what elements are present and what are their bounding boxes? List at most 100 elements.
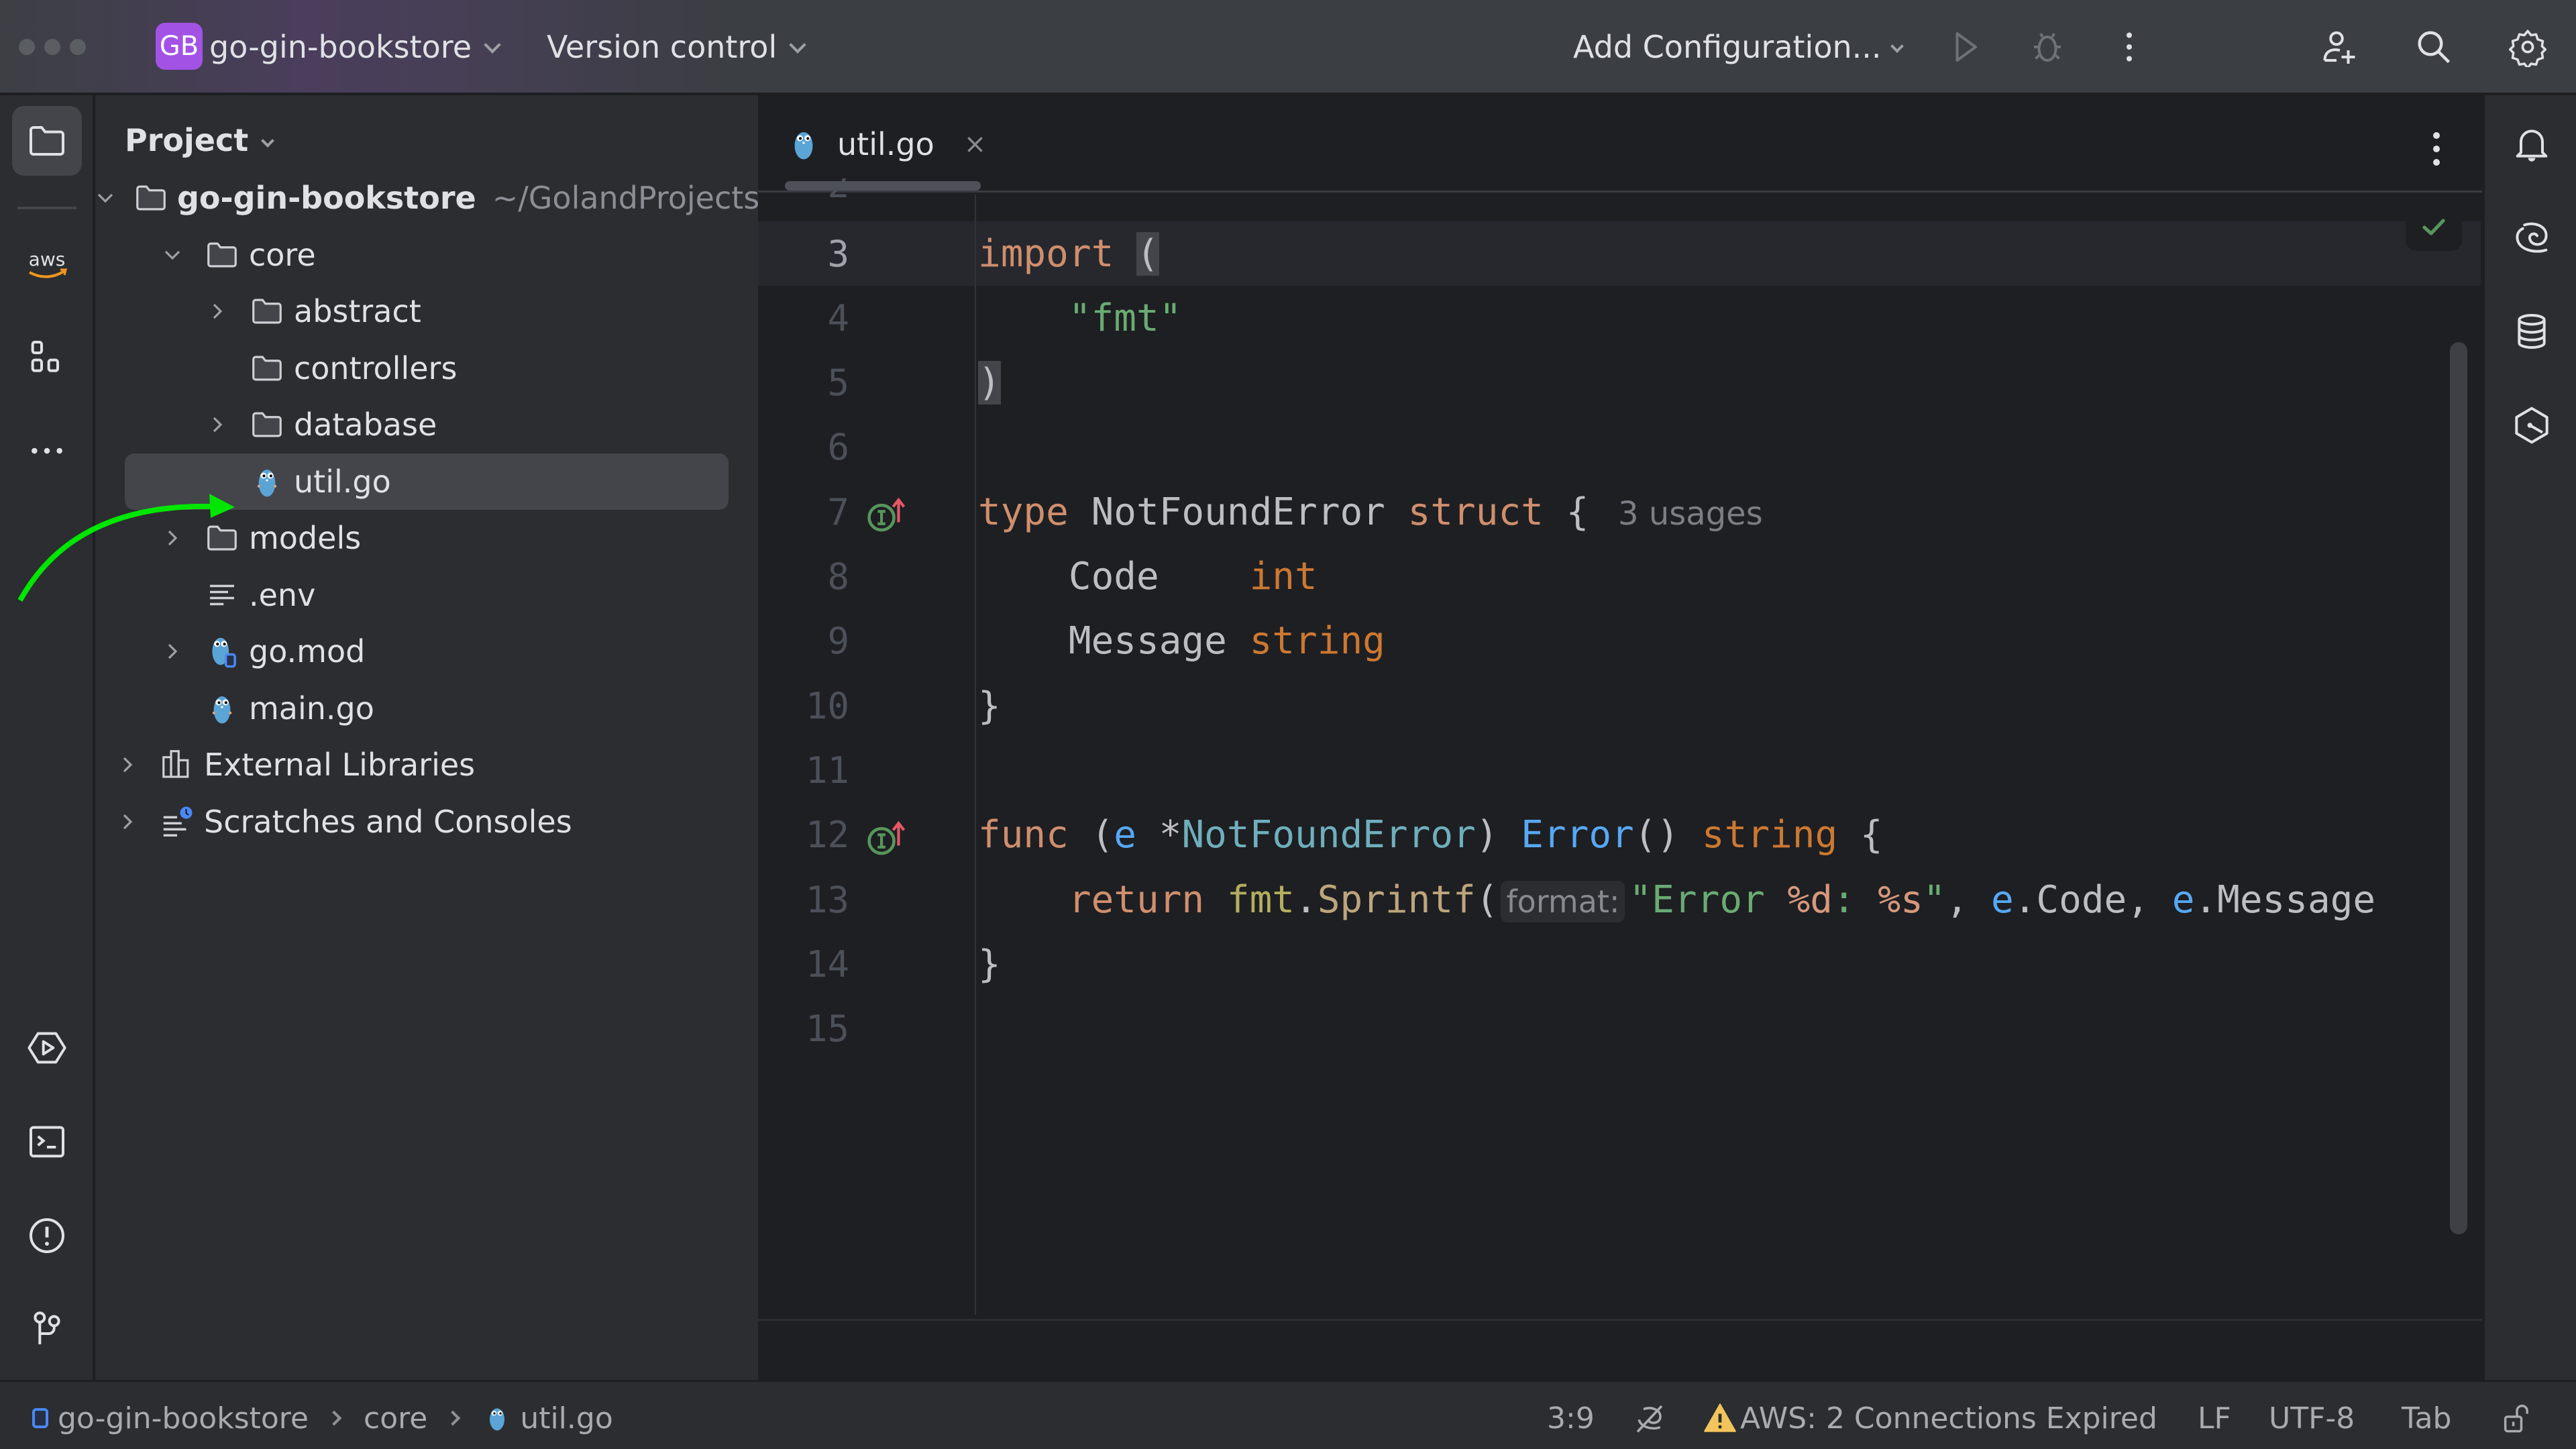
implements-interface-icon[interactable] xyxy=(864,494,908,535)
line-separator[interactable]: LF xyxy=(2198,1399,2231,1437)
line-number[interactable]: 3 xyxy=(758,233,849,275)
tree-item-database[interactable]: database xyxy=(95,396,758,453)
git-tool-button[interactable] xyxy=(12,1293,82,1363)
maximize-window-dot[interactable] xyxy=(70,39,86,55)
code-line[interactable]: 8 Code int xyxy=(758,545,2482,609)
line-number[interactable]: 11 xyxy=(758,749,849,792)
caret-position[interactable]: 3:9 xyxy=(1547,1399,1595,1437)
line-number[interactable]: 6 xyxy=(758,426,849,468)
window-controls[interactable] xyxy=(19,39,86,55)
vcs-menu[interactable]: Version control xyxy=(547,25,806,68)
run-icon[interactable] xyxy=(1945,27,1986,67)
indent-setting[interactable]: Tab xyxy=(2402,1399,2452,1437)
breadcrumb-file[interactable]: util.go xyxy=(520,1401,612,1436)
more-vert-icon[interactable] xyxy=(2109,27,2149,67)
project-panel-header[interactable]: Project xyxy=(125,122,275,158)
file-encoding[interactable]: UTF-8 xyxy=(2269,1399,2355,1437)
code-line[interactable]: 5) xyxy=(758,351,2482,415)
line-number[interactable]: 7 xyxy=(758,491,849,533)
code-line[interactable]: 11 xyxy=(758,738,2482,802)
more-vert-icon[interactable] xyxy=(2430,129,2443,169)
more-tools-button[interactable] xyxy=(12,416,82,486)
chevron-down-icon[interactable] xyxy=(159,241,186,268)
line-number[interactable]: 9 xyxy=(758,620,849,662)
code-text: Code int xyxy=(978,555,1318,598)
ai-assistant-button[interactable] xyxy=(2504,209,2560,266)
code-token: * xyxy=(1136,813,1182,857)
tree-item-util-go[interactable]: util.go xyxy=(95,453,758,510)
tree-item-label: abstract xyxy=(294,293,421,329)
tree-item-env[interactable]: .env xyxy=(95,567,758,623)
tree-item-go-mod[interactable]: go.mod xyxy=(95,623,758,680)
database-button[interactable] xyxy=(2504,303,2560,360)
line-number[interactable]: 10 xyxy=(758,685,849,727)
search-icon[interactable] xyxy=(2414,27,2454,67)
line-number[interactable]: 15 xyxy=(758,1008,849,1050)
tree-item-main-go[interactable]: main.go xyxy=(95,680,758,737)
aws-connection-status[interactable]: AWS: 2 Connections Expired xyxy=(1703,1399,2157,1437)
project-switcher[interactable]: go-gin-bookstore xyxy=(209,25,501,68)
tree-item-external-libraries[interactable]: External Libraries xyxy=(95,737,758,793)
line-number[interactable]: 14 xyxy=(758,943,849,985)
chevron-down-icon[interactable] xyxy=(95,184,115,211)
vertical-scrollbar[interactable] xyxy=(2450,342,2467,1234)
aws-tool-button[interactable]: aws xyxy=(12,229,82,299)
tree-item-core[interactable]: core xyxy=(95,227,758,283)
line-number[interactable]: 12 xyxy=(758,814,849,856)
code-line[interactable]: 15 xyxy=(758,997,2482,1061)
tab-close-icon[interactable]: × xyxy=(964,129,987,160)
chevron-right-icon[interactable] xyxy=(204,411,231,438)
tree-item-models[interactable]: models xyxy=(95,510,758,566)
line-number[interactable]: 8 xyxy=(758,555,849,598)
ai-disabled-icon[interactable] xyxy=(1631,1399,1668,1437)
gopher-file-icon xyxy=(248,463,286,500)
readonly-lock-icon[interactable] xyxy=(2500,1399,2534,1437)
project-tool-button[interactable] xyxy=(12,106,82,176)
code-line[interactable]: 7 type NotFoundError struct { 3 usages xyxy=(758,480,2482,544)
tree-item-scratches-and-consoles[interactable]: Scratches and Consoles xyxy=(95,794,758,850)
line-number[interactable]: 5 xyxy=(758,362,849,404)
folder-icon xyxy=(203,519,241,557)
code-line[interactable]: 12 func (e *NotFoundError) Error() string… xyxy=(758,803,2482,867)
breadcrumb-project[interactable]: go-gin-bookstore xyxy=(58,1401,309,1436)
code-line[interactable]: 4 "fmt" xyxy=(758,286,2482,350)
code-line[interactable]: 10} xyxy=(758,674,2482,738)
inspection-status[interactable] xyxy=(2406,203,2462,251)
chevron-right-icon[interactable] xyxy=(159,525,186,551)
project-badge[interactable]: GB xyxy=(156,23,203,70)
code-token: } xyxy=(978,684,1001,728)
run-config-dropdown[interactable]: Add Configuration... xyxy=(1573,25,1904,68)
tree-item-go-gin-bookstore[interactable]: go-gin-bookstore ~/GolandProjects/g xyxy=(95,170,758,226)
usages-hint[interactable]: 3 usages xyxy=(1618,495,1763,533)
terminal-tool-button[interactable] xyxy=(12,1107,82,1177)
breadcrumb-folder[interactable]: core xyxy=(364,1401,427,1436)
chevron-right-icon[interactable] xyxy=(159,638,186,665)
code-line[interactable]: 6 xyxy=(758,415,2482,480)
close-window-dot[interactable] xyxy=(19,39,35,55)
chevron-right-icon[interactable] xyxy=(114,751,141,778)
structure-tool-button[interactable] xyxy=(12,323,82,393)
line-number[interactable]: 4 xyxy=(758,297,849,339)
code-line[interactable]: 9 Message string xyxy=(758,609,2482,674)
run-services-icon xyxy=(28,1032,66,1064)
minimize-window-dot[interactable] xyxy=(44,39,60,55)
code-line[interactable]: 14} xyxy=(758,932,2482,996)
debug-icon[interactable] xyxy=(2027,27,2068,67)
code-line[interactable]: 13 return fmt.Sprintf(format: "Error %d: … xyxy=(758,867,2482,932)
tab-util-go[interactable]: util.go × xyxy=(785,121,986,168)
problems-tool-button[interactable] xyxy=(12,1201,82,1271)
add-user-icon[interactable] xyxy=(2320,27,2360,67)
kubernetes-button[interactable] xyxy=(2504,397,2560,453)
tree-item-controllers[interactable]: controllers xyxy=(95,340,758,396)
services-tool-button[interactable] xyxy=(12,1013,82,1083)
tree-item-abstract[interactable]: abstract xyxy=(95,283,758,339)
chevron-down-icon xyxy=(261,134,275,148)
implements-interface-icon[interactable] xyxy=(864,818,908,858)
chevron-right-icon[interactable] xyxy=(114,808,141,835)
notifications-button[interactable] xyxy=(2504,115,2560,172)
chevron-right-icon[interactable] xyxy=(204,298,231,325)
settings-gear-icon[interactable] xyxy=(2508,27,2548,67)
code-line[interactable]: 3 import ( xyxy=(758,221,2482,286)
line-number[interactable]: 13 xyxy=(758,879,849,921)
code-token: return xyxy=(1068,877,1205,922)
